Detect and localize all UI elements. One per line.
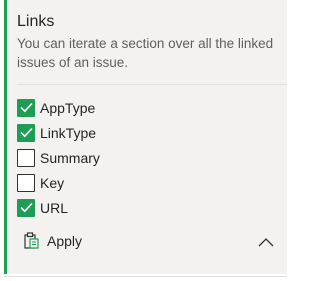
checkbox-linktype[interactable]: LinkType (17, 120, 100, 145)
check-icon (19, 102, 33, 113)
checkbox-label: Key (40, 174, 65, 191)
links-panel: Links You can iterate a section over all… (4, 0, 287, 274)
checkbox-label: LinkType (40, 124, 97, 141)
apply-button[interactable]: Apply (24, 232, 82, 249)
check-icon (19, 127, 33, 138)
section-title: Links (17, 13, 55, 30)
checkbox-box[interactable] (17, 123, 35, 142)
clipboard-icon (24, 232, 39, 249)
section-description: You can iterate a section over all the l… (17, 36, 274, 70)
checkbox-box[interactable] (17, 198, 35, 217)
collapse-button[interactable] (256, 234, 276, 250)
divider (17, 84, 287, 85)
checkbox-box[interactable] (17, 98, 35, 117)
bottom-divider (4, 276, 287, 277)
checkbox-apptype[interactable]: AppType (17, 95, 100, 120)
checkbox-summary[interactable]: Summary (17, 145, 100, 170)
apply-label: Apply (47, 232, 83, 249)
checkbox-key[interactable]: Key (17, 170, 100, 195)
checkbox-list: AppType LinkType Summary Key URL (17, 95, 100, 220)
checkbox-box[interactable] (17, 148, 35, 167)
checkbox-label: Summary (40, 149, 100, 166)
chevron-up-icon (258, 238, 274, 247)
check-icon (19, 202, 33, 213)
checkbox-url[interactable]: URL (17, 195, 100, 220)
checkbox-label: URL (40, 199, 69, 216)
checkbox-box[interactable] (17, 173, 35, 192)
checkbox-label: AppType (40, 99, 96, 116)
